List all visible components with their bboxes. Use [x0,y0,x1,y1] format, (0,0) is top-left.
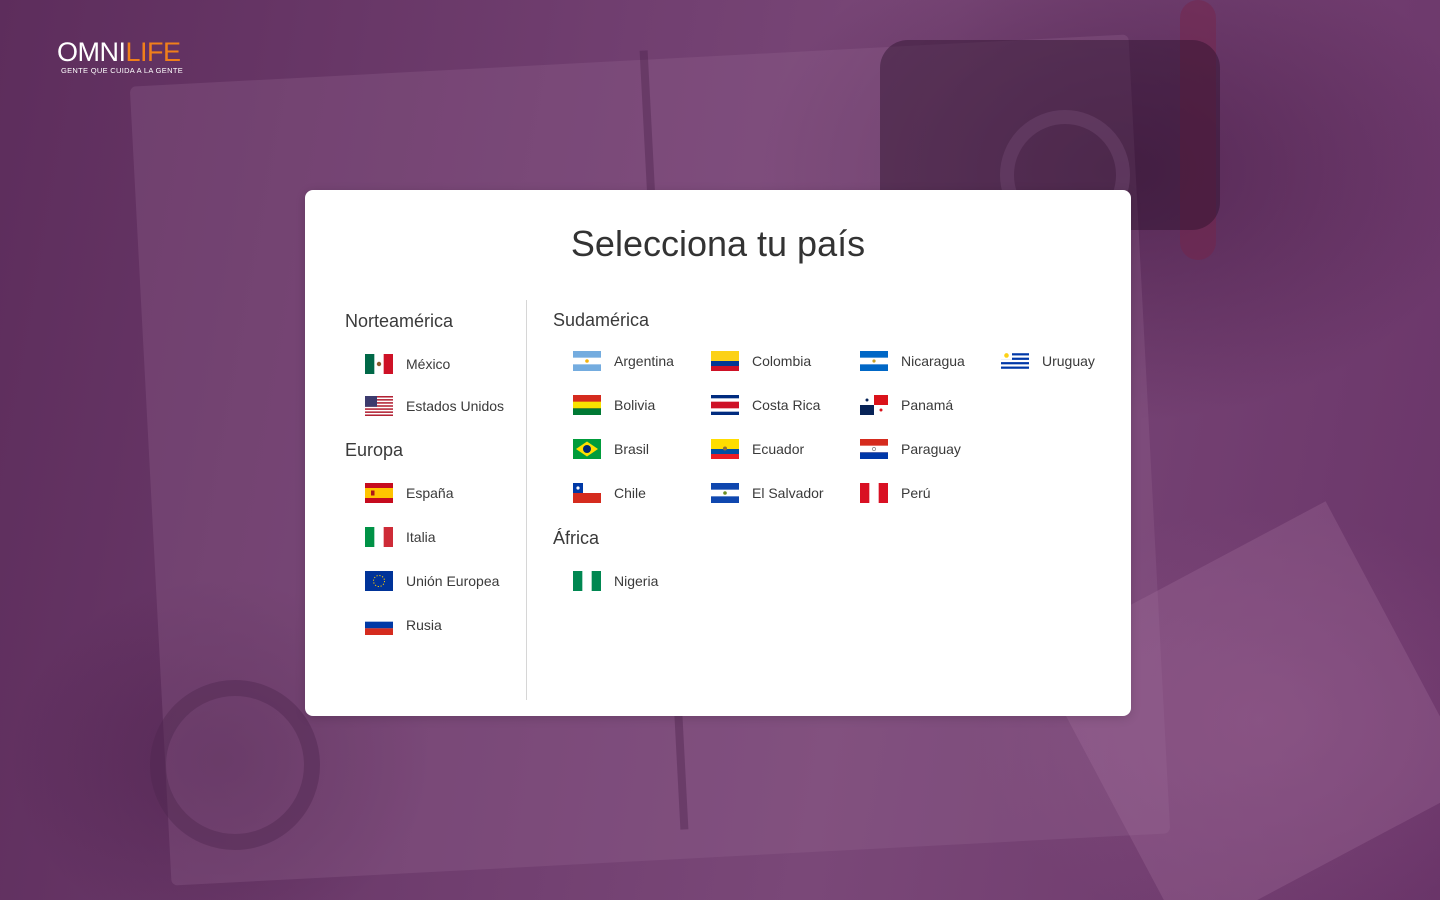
country-label: Italia [406,529,436,545]
argentina-flag-icon [573,351,601,371]
peru-flag-icon [860,483,888,503]
region-title-europa: Europa [345,440,404,460]
country-bolivia[interactable]: Bolivia [573,394,655,416]
country-union-europea[interactable]: Unión Europea [365,570,499,592]
region-title-sudamerica: Sudamérica [553,310,650,330]
spain-flag-icon [365,483,393,503]
paraguay-flag-icon [860,439,888,459]
nicaragua-flag-icon [860,351,888,371]
country-label: Paraguay [901,441,961,457]
chile-flag-icon [573,483,601,503]
country-colombia[interactable]: Colombia [711,350,811,372]
country-peru[interactable]: Perú [860,482,931,504]
country-label: Unión Europea [406,573,500,589]
country-label: Colombia [752,353,812,369]
country-label: Costa Rica [752,397,821,413]
costa-rica-flag-icon [711,395,739,415]
country-italia[interactable]: Italia [365,526,436,548]
country-label: Perú [901,485,931,501]
country-costa-rica[interactable]: Costa Rica [711,394,820,416]
el-salvador-flag-icon [711,483,739,503]
usa-flag-icon [365,396,393,416]
country-chile[interactable]: Chile [573,482,646,504]
ecuador-flag-icon [711,439,739,459]
country-el-salvador[interactable]: El Salvador [711,482,824,504]
country-label: España [406,485,454,501]
country-uruguay[interactable]: Uruguay [1001,350,1095,372]
italy-flag-icon [365,527,393,547]
colombia-flag-icon [711,351,739,371]
page-title: Selecciona tu país [570,223,866,264]
logo-wordmark: OMNILIFE [57,37,181,67]
logo-tagline: GENTE QUE CUIDA A LA GENTE [61,66,183,75]
country-espana[interactable]: España [365,482,453,504]
country-mexico[interactable]: México [365,353,450,375]
country-label: Nicaragua [901,353,965,369]
country-label: El Salvador [752,485,824,501]
country-ecuador[interactable]: Ecuador [711,438,804,460]
nigeria-flag-icon [573,571,601,591]
background-compass [150,680,320,850]
region-title-norteamerica: Norteamérica [345,311,454,331]
country-label: Estados Unidos [406,398,505,414]
country-label: Panamá [901,397,954,413]
uruguay-flag-icon [1001,351,1029,371]
country-rusia[interactable]: Rusia [365,614,442,636]
bolivia-flag-icon [573,395,601,415]
country-label: Ecuador [752,441,805,457]
country-label: México [406,356,451,372]
brazil-flag-icon [573,439,601,459]
country-nicaragua[interactable]: Nicaragua [860,350,965,372]
eu-flag-icon [365,571,393,591]
country-panama[interactable]: Panamá [860,394,953,416]
country-label: Nigeria [614,573,659,589]
country-label: Chile [614,485,646,501]
panama-flag-icon [860,395,888,415]
country-label: Bolivia [614,397,656,413]
omnilife-logo[interactable]: OMNILIFE GENTE QUE CUIDA A LA GENTE [57,38,183,75]
country-selector-card: Selecciona tu país Norteamérica México E… [305,190,1131,716]
country-label: Brasil [614,441,650,457]
country-brasil[interactable]: Brasil [573,438,649,460]
country-nigeria[interactable]: Nigeria [573,570,658,592]
country-label: Rusia [406,617,442,633]
country-label: Uruguay [1042,353,1095,369]
country-estados-unidos[interactable]: Estados Unidos [365,395,504,417]
country-argentina[interactable]: Argentina [573,350,674,372]
column-divider [526,300,527,700]
region-title-africa: África [553,528,600,548]
mexico-flag-icon [365,354,393,374]
country-paraguay[interactable]: Paraguay [860,438,961,460]
russia-flag-icon [365,615,393,635]
country-label: Argentina [614,353,674,369]
